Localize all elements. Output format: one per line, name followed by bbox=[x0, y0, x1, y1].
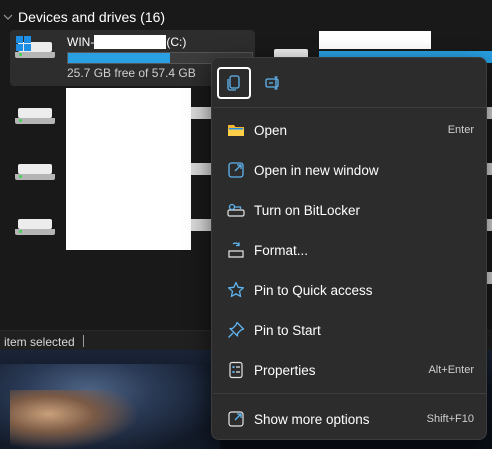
drive-name-suffix: (C:) bbox=[166, 35, 187, 49]
menu-item-label: Pin to Quick access bbox=[254, 282, 373, 298]
drive-name: WIN- (C:) bbox=[67, 35, 186, 49]
properties-icon bbox=[229, 361, 243, 379]
drive-free-space: 25.7 GB free of 57.4 GB bbox=[67, 66, 196, 80]
status-text: item selected bbox=[4, 335, 75, 349]
format-drive-icon bbox=[228, 242, 244, 258]
menu-item-shortcut: Enter bbox=[447, 124, 474, 136]
menu-item-label: Format... bbox=[254, 242, 309, 258]
drive-usage-bar bbox=[487, 107, 492, 119]
quick-actions-row bbox=[212, 58, 486, 106]
menu-item-label: Open bbox=[254, 122, 288, 138]
folder-open-icon bbox=[228, 125, 244, 136]
drive-name-prefix: WIN- bbox=[67, 35, 95, 49]
pin-icon bbox=[228, 321, 245, 338]
menu-separator bbox=[213, 107, 487, 108]
drive-usage-bar bbox=[487, 219, 492, 231]
hard-drive-icon[interactable] bbox=[12, 207, 56, 243]
menu-item-open-new-window[interactable]: Open in new window bbox=[216, 152, 484, 188]
menu-item-shortcut: Alt+Enter bbox=[428, 364, 474, 376]
redacted-drive-name bbox=[319, 31, 431, 49]
drive-usage-bar bbox=[487, 272, 492, 284]
drive-usage-bar bbox=[191, 163, 211, 175]
menu-separator bbox=[213, 393, 487, 394]
new-window-icon bbox=[228, 162, 244, 178]
drive-usage-bar bbox=[191, 107, 211, 119]
devices-and-drives-header[interactable]: Devices and drives (16) bbox=[0, 6, 165, 28]
menu-item-bitlocker[interactable]: Turn on BitLocker bbox=[216, 192, 484, 228]
menu-item-format[interactable]: Format... bbox=[216, 232, 484, 268]
menu-item-properties[interactable]: Properties Alt+Enter bbox=[216, 352, 484, 388]
context-menu: Open Enter Open in new window Turn on Bi… bbox=[211, 57, 487, 440]
menu-item-label: Turn on BitLocker bbox=[254, 202, 361, 218]
drive-usage-fill bbox=[68, 53, 170, 63]
section-title: Devices and drives (16) bbox=[18, 9, 166, 25]
hard-drive-icon[interactable] bbox=[12, 96, 56, 132]
star-icon bbox=[227, 281, 245, 298]
menu-item-label: Open in new window bbox=[254, 162, 379, 178]
menu-item-show-more-options[interactable]: Show more options Shift+F10 bbox=[216, 401, 484, 437]
redacted-name bbox=[94, 35, 167, 49]
drive-usage-bar bbox=[191, 219, 211, 231]
hard-drive-icon[interactable] bbox=[12, 152, 56, 188]
rename-button[interactable] bbox=[256, 67, 290, 99]
chevron-down-icon[interactable] bbox=[0, 9, 16, 25]
redacted-drive-details bbox=[66, 88, 191, 250]
bitlocker-key-icon bbox=[227, 203, 245, 217]
copy-icon bbox=[227, 75, 240, 91]
status-divider bbox=[83, 335, 84, 347]
drive-usage-bar bbox=[487, 163, 492, 175]
copy-button[interactable] bbox=[217, 67, 251, 99]
menu-item-label: Show more options bbox=[254, 411, 370, 427]
windows-logo-icon bbox=[16, 36, 32, 52]
menu-item-label: Properties bbox=[254, 362, 316, 378]
menu-item-pin-quick-access[interactable]: Pin to Quick access bbox=[216, 272, 484, 308]
more-options-icon bbox=[228, 411, 244, 427]
menu-item-open[interactable]: Open Enter bbox=[216, 112, 484, 148]
menu-item-label: Pin to Start bbox=[254, 322, 321, 338]
menu-item-shortcut: Shift+F10 bbox=[426, 413, 474, 425]
rename-icon bbox=[265, 76, 279, 90]
menu-item-pin-start[interactable]: Pin to Start bbox=[216, 312, 484, 348]
